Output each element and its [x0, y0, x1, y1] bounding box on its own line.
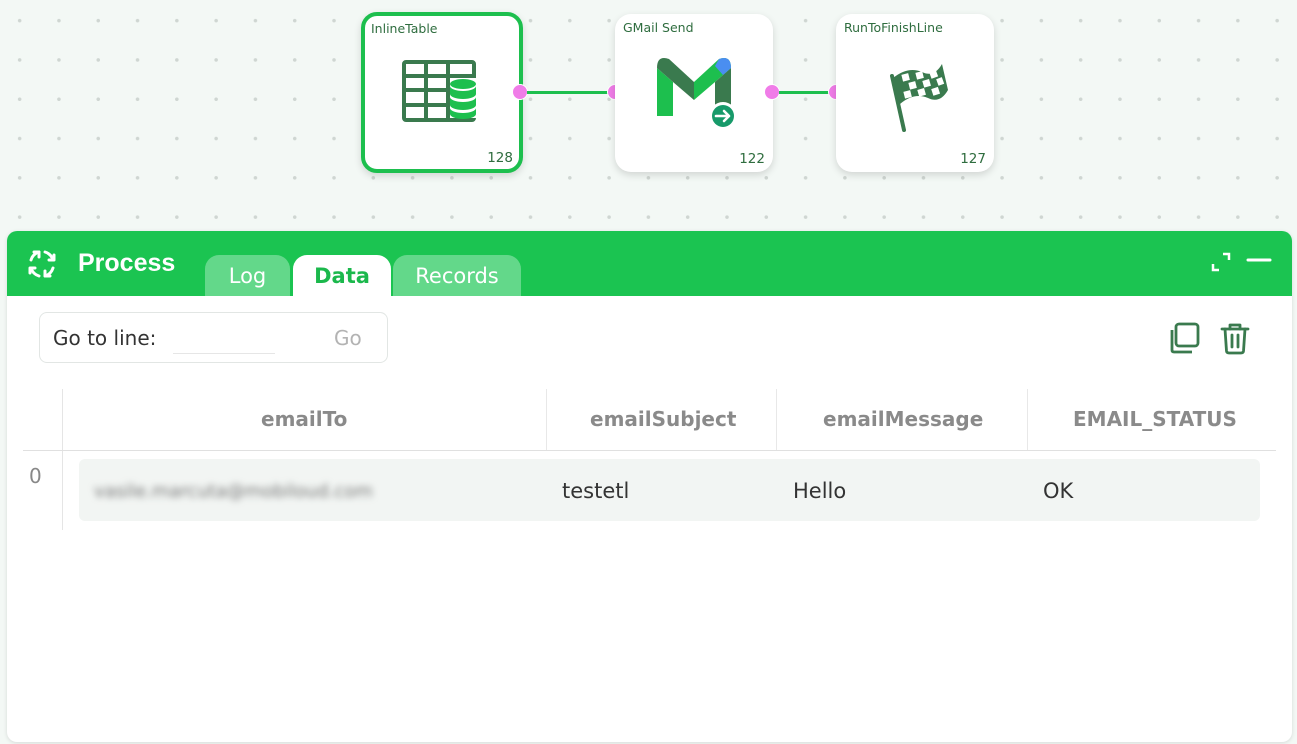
column-header-email-subject[interactable]: emailSubject: [590, 407, 736, 431]
process-panel: Process Log Data Records Go to line: Go: [7, 231, 1292, 742]
tab-data[interactable]: Data: [293, 255, 391, 296]
go-to-line-input[interactable]: [173, 322, 275, 354]
node-title: RunToFinishLine: [844, 20, 943, 35]
go-to-line-box: Go to line: Go: [39, 312, 388, 363]
connection-link[interactable]: [527, 91, 609, 94]
flow-canvas[interactable]: InlineTable 128 GMail Send 122 RunToFini…: [0, 0, 1297, 230]
node-gmail-send[interactable]: GMail Send 122: [615, 14, 773, 172]
copy-icon[interactable]: [1167, 321, 1201, 355]
column-separator: [1027, 389, 1028, 450]
tab-records[interactable]: Records: [393, 255, 521, 296]
connection-link[interactable]: [779, 91, 829, 94]
row-index: 0: [29, 464, 42, 488]
panel-title: Process: [78, 249, 176, 277]
go-to-line-label: Go to line:: [53, 326, 157, 350]
column-header-email-status[interactable]: EMAIL_STATUS: [1073, 407, 1237, 431]
node-count: 122: [739, 151, 765, 167]
table-divider: [23, 450, 1276, 451]
column-separator: [776, 389, 777, 450]
node-inline-table[interactable]: InlineTable 128: [361, 12, 523, 173]
cell-email-subject[interactable]: testetl: [562, 479, 629, 503]
go-button[interactable]: Go: [334, 326, 362, 350]
expand-icon[interactable]: [1208, 249, 1234, 275]
tab-label: Log: [228, 263, 267, 288]
cell-email-status[interactable]: OK: [1043, 479, 1073, 503]
finish-flag-icon: [890, 64, 948, 132]
tab-label: Data: [314, 263, 370, 288]
minimize-icon[interactable]: [1246, 249, 1272, 275]
inline-table-icon: [402, 60, 480, 122]
node-count: 128: [487, 150, 513, 166]
panel-header: Process Log Data Records: [7, 231, 1292, 296]
output-port[interactable]: [512, 84, 528, 100]
table-divider: [62, 389, 63, 530]
node-title: InlineTable: [371, 21, 438, 36]
column-separator: [546, 389, 547, 450]
delete-icon[interactable]: [1218, 321, 1252, 355]
node-run-to-finish-line[interactable]: RunToFinishLine 127: [836, 14, 994, 172]
node-count: 127: [960, 151, 986, 167]
tab-label: Records: [415, 263, 499, 288]
gmail-send-icon: [657, 58, 734, 130]
output-port[interactable]: [764, 84, 780, 100]
column-header-email-message[interactable]: emailMessage: [823, 407, 983, 431]
cell-email-message[interactable]: Hello: [793, 479, 846, 503]
node-title: GMail Send: [623, 20, 694, 35]
process-cycle-icon: [28, 250, 56, 278]
column-header-email-to[interactable]: emailTo: [261, 407, 347, 431]
tab-log[interactable]: Log: [205, 255, 290, 296]
cell-email-to[interactable]: vasile.marcuta@mobiloud.com: [94, 481, 373, 502]
